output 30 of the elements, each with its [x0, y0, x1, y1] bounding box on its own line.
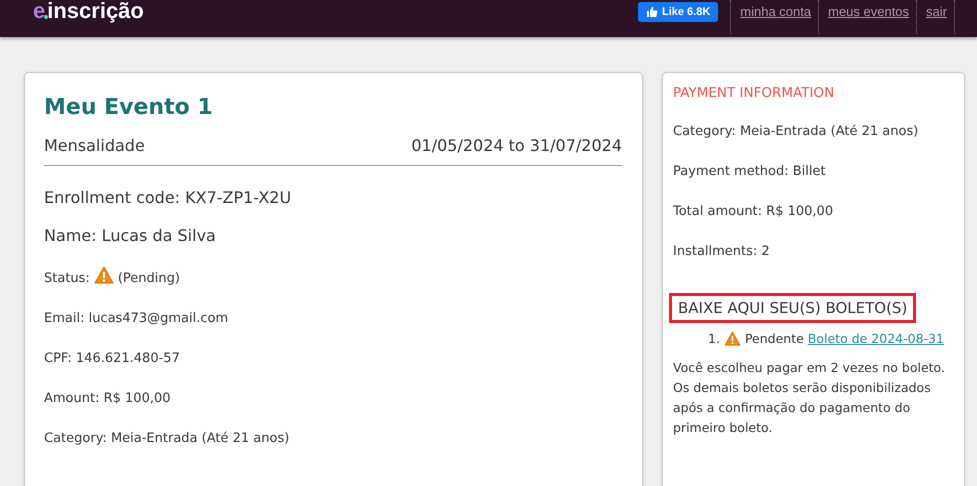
enrollment-field: Category: Meia-Entrada (Até 21 anos) — [44, 430, 290, 446]
thumbs-up-icon — [646, 6, 658, 18]
nav-link[interactable]: meus eventos — [818, 0, 916, 34]
like-button[interactable]: Like 6.8K — [638, 2, 718, 22]
warning-icon — [94, 266, 114, 284]
boleto-link[interactable]: Boleto de 2024-08-31 — [808, 331, 944, 346]
boletos-heading: BAIXE AQUI SEU(S) BOLETO(S) — [669, 293, 916, 323]
enrollment-field: Email: lucas473@gmail.com — [44, 310, 228, 326]
warning-icon — [724, 331, 741, 346]
boleto-status: Pendente — [744, 331, 804, 346]
enrollment-field: Enrollment code: KX7-ZP1-X2U — [44, 184, 622, 211]
boleto-note: Você escolheu pagar em 2 vezes no boleto. Os demais boletos serão disponibilizados após a confirmação do pagamento do primeiro boleto. — [673, 359, 946, 437]
logo-text: inscrição — [47, 0, 144, 24]
event-title: Meu Evento 1 — [44, 95, 214, 120]
enrollment-field: Amount: R$ 100,00 — [44, 390, 171, 406]
payment-detail: Installments: 2 — [673, 243, 771, 261]
period-dates: 01/05/2024 to 31/07/2024 — [411, 136, 622, 155]
status-label: Status: — [44, 270, 90, 286]
payment-title: PAYMENT INFORMATION — [673, 84, 836, 103]
enrollment-field: Name: Lucas da Silva — [44, 222, 622, 249]
payment-detail: Category: Meia-Entrada (Até 21 anos) — [673, 123, 920, 141]
status-value: (Pending) — [118, 270, 180, 286]
nav-link[interactable]: sair — [916, 0, 955, 34]
payment-detail: Payment method: Billet — [673, 163, 827, 181]
nav-link[interactable]: minha conta — [730, 0, 818, 34]
logo-mark: e — [33, 0, 46, 24]
enrollment-field: CPF: 146.621.480-57 — [44, 350, 180, 366]
plan-name: Mensalidade — [44, 136, 145, 155]
payment-detail: Total amount: R$ 100,00 — [673, 203, 834, 221]
list-number: 1. — [708, 331, 720, 346]
